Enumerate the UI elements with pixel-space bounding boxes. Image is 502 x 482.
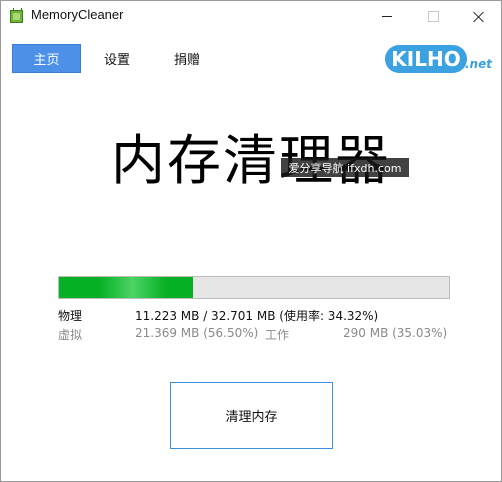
maximize-button — [410, 1, 456, 32]
page-title: 内存清理器 — [111, 129, 391, 192]
memory-chip-icon — [10, 8, 23, 23]
logo-main-text: KILHO — [385, 45, 467, 73]
working-label: 工作 — [265, 328, 290, 342]
watermark-overlay: 爱分享导航 ifxdh.com — [281, 158, 409, 177]
tab-home[interactable]: 主页 — [12, 44, 81, 73]
minimize-icon — [382, 16, 392, 17]
virtual-label: 虚拟 — [58, 328, 83, 342]
close-button[interactable] — [455, 1, 501, 32]
physical-label: 物理 — [58, 309, 83, 323]
memory-usage-fill — [59, 277, 193, 298]
logo-suffix: .net — [465, 57, 492, 71]
window-title: MemoryCleaner — [31, 7, 124, 22]
maximize-icon — [427, 11, 439, 22]
title-bar[interactable]: MemoryCleaner — [1, 1, 501, 32]
minimize-button[interactable] — [364, 1, 410, 32]
physical-value: 11.223 MB / 32.701 MB (使用率: 34.32%) — [135, 309, 379, 323]
working-value: 290 MB (35.03%) — [343, 326, 448, 340]
app-window: MemoryCleaner 主页 设置 捐赠 KILHO .net 内存清理器 … — [0, 0, 502, 482]
close-icon — [473, 11, 484, 22]
tab-settings[interactable]: 设置 — [94, 44, 140, 73]
memory-usage-bar — [58, 276, 450, 299]
virtual-value: 21.369 MB (56.50%) — [135, 326, 259, 340]
kilho-logo[interactable]: KILHO .net — [385, 41, 493, 77]
clean-memory-button[interactable]: 清理内存 — [170, 382, 333, 449]
tab-donate[interactable]: 捐赠 — [164, 44, 210, 73]
